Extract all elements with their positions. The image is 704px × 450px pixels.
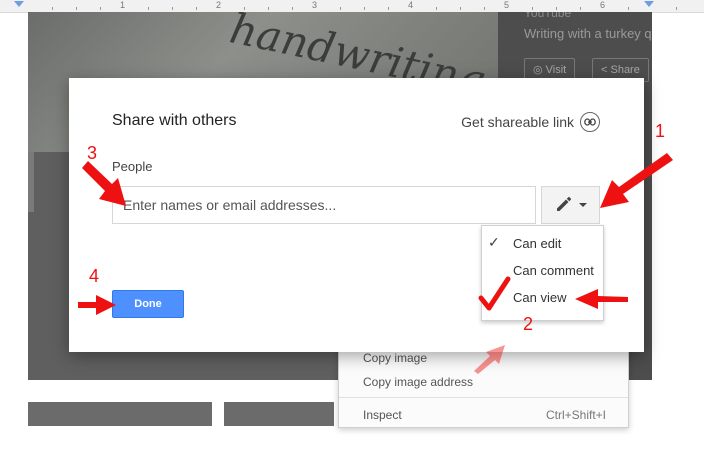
annotation-arrow-1 (600, 153, 673, 208)
annotation-checkmark (478, 276, 511, 311)
annotation-arrow-2 (575, 289, 628, 309)
annotation-faint-arrow (474, 345, 505, 374)
annotation-number-4: 4 (89, 266, 100, 286)
annotation-number-2: 2 (523, 314, 534, 334)
annotation-number-1: 1 (655, 121, 666, 141)
annotation-arrow-3 (82, 161, 126, 206)
annotation-number-3: 3 (87, 143, 98, 163)
annotation-overlay (78, 153, 673, 374)
annotation-arrow-4 (78, 295, 116, 315)
